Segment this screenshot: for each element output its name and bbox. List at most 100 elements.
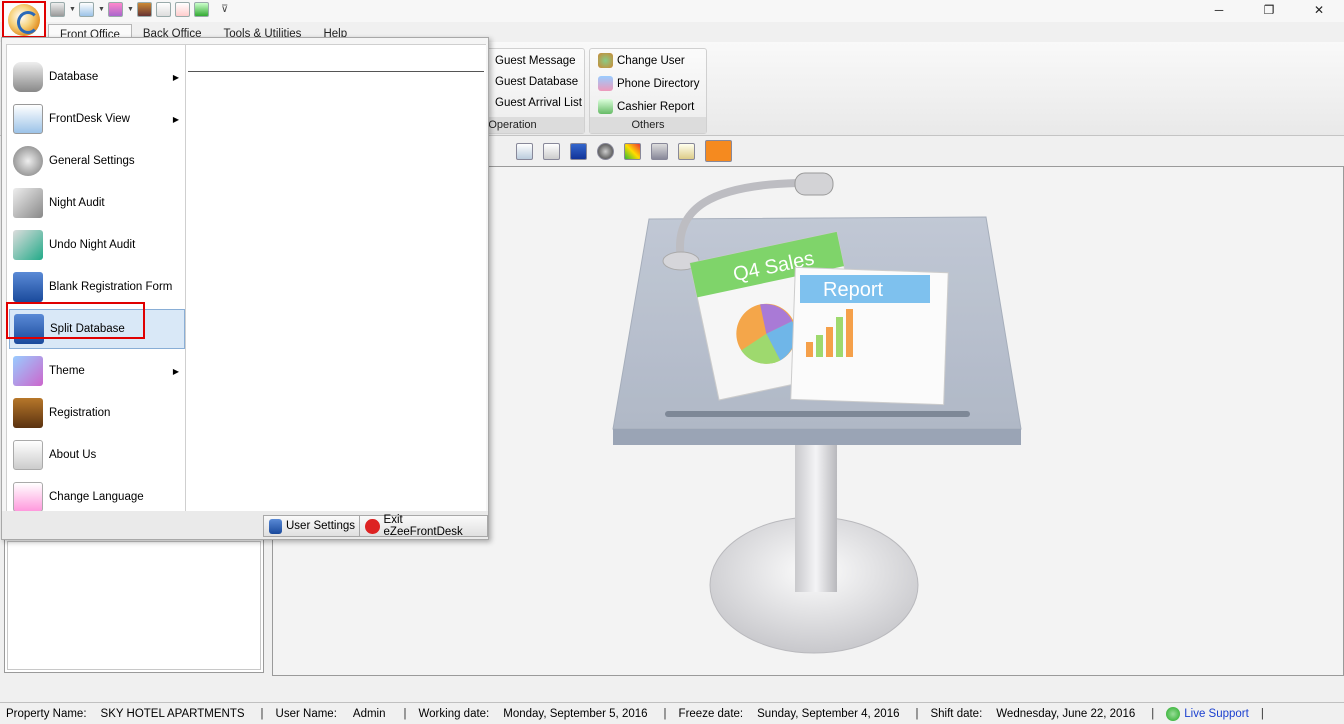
user-settings-label: User Settings <box>286 520 356 532</box>
live-support-link[interactable]: Live Support <box>1184 708 1249 720</box>
left-panel-inner <box>7 541 261 670</box>
user-settings-icon <box>269 518 282 534</box>
check-mail-icon[interactable] <box>194 2 209 17</box>
cashier-report-label: Cashier Report <box>617 100 695 113</box>
gear-icon <box>13 146 43 176</box>
minimize-button[interactable]: ─ <box>1194 0 1244 20</box>
status-separator: | <box>1260 707 1264 720</box>
change-user-label: Change User <box>617 54 685 67</box>
phone-directory-button[interactable]: Phone Directory <box>598 76 699 91</box>
change-user-button[interactable]: Change User <box>598 53 685 68</box>
property-name-label: Property Name: <box>6 707 87 720</box>
menu-recent-panel <box>186 44 486 512</box>
menu-item-frontdesk-view[interactable]: FrontDesk View ▶ <box>9 99 185 139</box>
status-separator: | <box>403 707 407 720</box>
chevron-down-icon[interactable]: ▼ <box>98 6 105 13</box>
phone-directory-icon <box>598 76 613 91</box>
menu-item-undo-night-audit[interactable]: Undo Night Audit <box>9 225 185 265</box>
application-menu: Database ▶ FrontDesk View ▶ General Settin… <box>1 37 489 540</box>
grid-icon[interactable] <box>570 142 587 160</box>
shift-date-label: Shift date: <box>930 707 983 720</box>
app-logo-icon <box>8 3 40 36</box>
door-icon[interactable] <box>137 2 152 17</box>
note-icon[interactable] <box>156 2 171 17</box>
menu-item-blank-registration-form[interactable]: Blank Registration Form <box>9 267 185 307</box>
menu-item-general-settings[interactable]: General Settings <box>9 141 185 181</box>
tag-icon[interactable] <box>678 142 695 160</box>
split-database-highlight <box>6 302 145 339</box>
chevron-down-icon[interactable]: ▼ <box>127 6 134 13</box>
user-settings-button[interactable]: User Settings <box>263 515 362 537</box>
menu-item-registration[interactable]: Registration <box>9 393 185 433</box>
customize-qat-icon[interactable]: ⊽ <box>221 4 228 15</box>
guest-database-label: Guest Database <box>495 76 579 88</box>
left-panel <box>4 538 264 673</box>
disc-icon[interactable] <box>597 142 614 160</box>
menu-item-night-audit[interactable]: Night Audit <box>9 183 185 223</box>
menu-item-label: FrontDesk View <box>49 113 130 125</box>
guest-arrival-list-label: Guest Arrival List <box>495 97 582 109</box>
color-palette-icon[interactable] <box>624 142 641 160</box>
freeze-date-value: Sunday, September 4, 2016 <box>757 707 900 720</box>
window-controls: ─ ❐ ✕ <box>1194 0 1344 20</box>
menu-item-label: General Settings <box>49 155 135 167</box>
menu-item-label: Change Language <box>49 491 144 503</box>
card-icon[interactable] <box>108 2 123 17</box>
exit-label: Exit eZeeFrontDesk <box>383 514 463 538</box>
submenu-arrow-icon: ▶ <box>172 366 179 376</box>
user-name-label: User Name: <box>275 707 337 720</box>
application-menu-button[interactable] <box>2 1 46 38</box>
exit-button[interactable]: Exit eZeeFrontDesk <box>359 514 488 538</box>
freeze-date-label: Freeze date: <box>678 707 744 720</box>
status-separator: | <box>1151 707 1155 720</box>
status-bar: Property Name: SKY HOTEL APARTMENTS | Us… <box>0 702 1344 724</box>
others-group-label: Others <box>590 117 706 133</box>
guest-arrival-list-button[interactable]: Guest Arrival List <box>495 97 582 109</box>
database-icon[interactable] <box>50 2 65 17</box>
undo-lamp-icon <box>13 230 43 260</box>
spell-check-icon[interactable] <box>175 2 190 17</box>
menu-item-label: Registration <box>49 407 111 419</box>
close-button[interactable]: ✕ <box>1294 0 1344 20</box>
window-icon[interactable] <box>543 142 560 160</box>
property-name-value: SKY HOTEL APARTMENTS <box>100 707 245 720</box>
chevron-down-icon[interactable]: ▼ <box>69 6 76 13</box>
others-group: Change User Phone Directory Cashier Repo… <box>589 48 707 134</box>
theme-icon <box>13 356 43 386</box>
report-title-text: Report <box>823 279 883 301</box>
status-separator: | <box>260 707 264 720</box>
menu-item-theme[interactable]: Theme ▶ <box>9 351 185 391</box>
registration-icon <box>13 398 43 428</box>
guest-message-button[interactable]: Guest Message <box>495 55 576 67</box>
menu-list: Database ▶ FrontDesk View ▶ General Settin… <box>6 44 186 512</box>
qat-icons: ▼ ▼ ▼ ⊽ <box>50 2 228 17</box>
form-icon <box>13 272 43 302</box>
cashier-report-button[interactable]: Cashier Report <box>598 99 694 114</box>
menu-item-label: Night Audit <box>49 197 105 209</box>
cashier-report-icon <box>598 99 613 114</box>
helper-icon[interactable] <box>705 140 732 162</box>
menu-item-database[interactable]: Database ▶ <box>9 57 185 97</box>
menu-item-label: Blank Registration Form <box>49 281 173 293</box>
quick-access-toolbar: ▼ ▼ ▼ ⊽ ─ ❐ ✕ <box>0 0 1344 38</box>
phone-directory-label: Phone Directory <box>617 77 700 90</box>
working-date-value: Monday, September 5, 2016 <box>503 707 648 720</box>
menu-item-about-us[interactable]: About Us <box>9 435 185 475</box>
secondary-toolbar <box>488 140 732 162</box>
lamp-icon <box>13 188 43 218</box>
frontdesk-view-icon <box>13 104 43 134</box>
shift-date-value: Wednesday, June 22, 2016 <box>996 707 1136 720</box>
submenu-arrow-icon: ▶ <box>172 114 179 124</box>
menu-item-label: Theme <box>49 365 85 377</box>
guest-database-button[interactable]: Guest Database <box>495 76 578 88</box>
menu-item-label: About Us <box>49 449 97 461</box>
divider <box>188 71 484 72</box>
language-icon <box>13 482 43 512</box>
status-separator: | <box>915 707 919 720</box>
chart-icon[interactable] <box>516 142 533 160</box>
restore-button[interactable]: ❐ <box>1244 0 1294 20</box>
eraser-icon[interactable] <box>651 142 668 160</box>
database-icon <box>13 62 43 92</box>
user-name-value: Admin <box>352 707 386 720</box>
frontdesk-icon[interactable] <box>79 2 94 17</box>
